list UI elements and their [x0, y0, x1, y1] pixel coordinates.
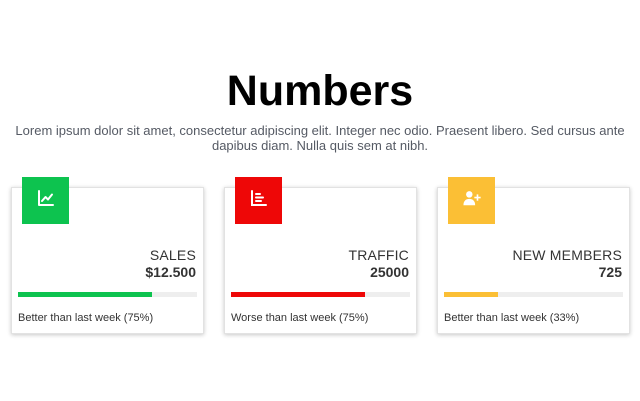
- stat-value: 25000: [370, 264, 409, 280]
- stat-card-new-members: NEW MEMBERS 725 Better than last week (3…: [437, 177, 630, 334]
- progress-bar: [444, 292, 623, 297]
- progress-fill: [231, 292, 366, 297]
- bar-list-icon: [250, 189, 268, 212]
- user-plus-icon: [462, 189, 481, 212]
- page-title: Numbers: [226, 67, 414, 115]
- progress-fill: [18, 292, 153, 297]
- stat-note: Worse than last week (75%): [231, 312, 369, 324]
- stat-value: 725: [598, 264, 622, 280]
- stat-note: Better than last week (33%): [444, 312, 580, 324]
- stat-card-traffic: TRAFFIC 25000 Worse than last week (75%): [224, 177, 417, 334]
- stat-label: TRAFFIC: [348, 247, 409, 263]
- chart-line-icon: [37, 189, 55, 212]
- stat-card-sales: SALES $12.500 Better than last week (75%…: [11, 177, 204, 334]
- stat-note: Better than last week (75%): [18, 312, 154, 324]
- stat-label: NEW MEMBERS: [512, 247, 622, 263]
- stat-icon-box: [448, 177, 495, 224]
- progress-bar: [18, 292, 197, 297]
- page-subtitle: Lorem ipsum dolor sit amet, consectetur …: [15, 123, 625, 153]
- stat-value: $12.500: [145, 264, 196, 280]
- stat-icon-box: [235, 177, 282, 224]
- progress-bar: [231, 292, 410, 297]
- stat-label: SALES: [149, 247, 196, 263]
- progress-fill: [444, 292, 498, 297]
- stat-icon-box: [22, 177, 69, 224]
